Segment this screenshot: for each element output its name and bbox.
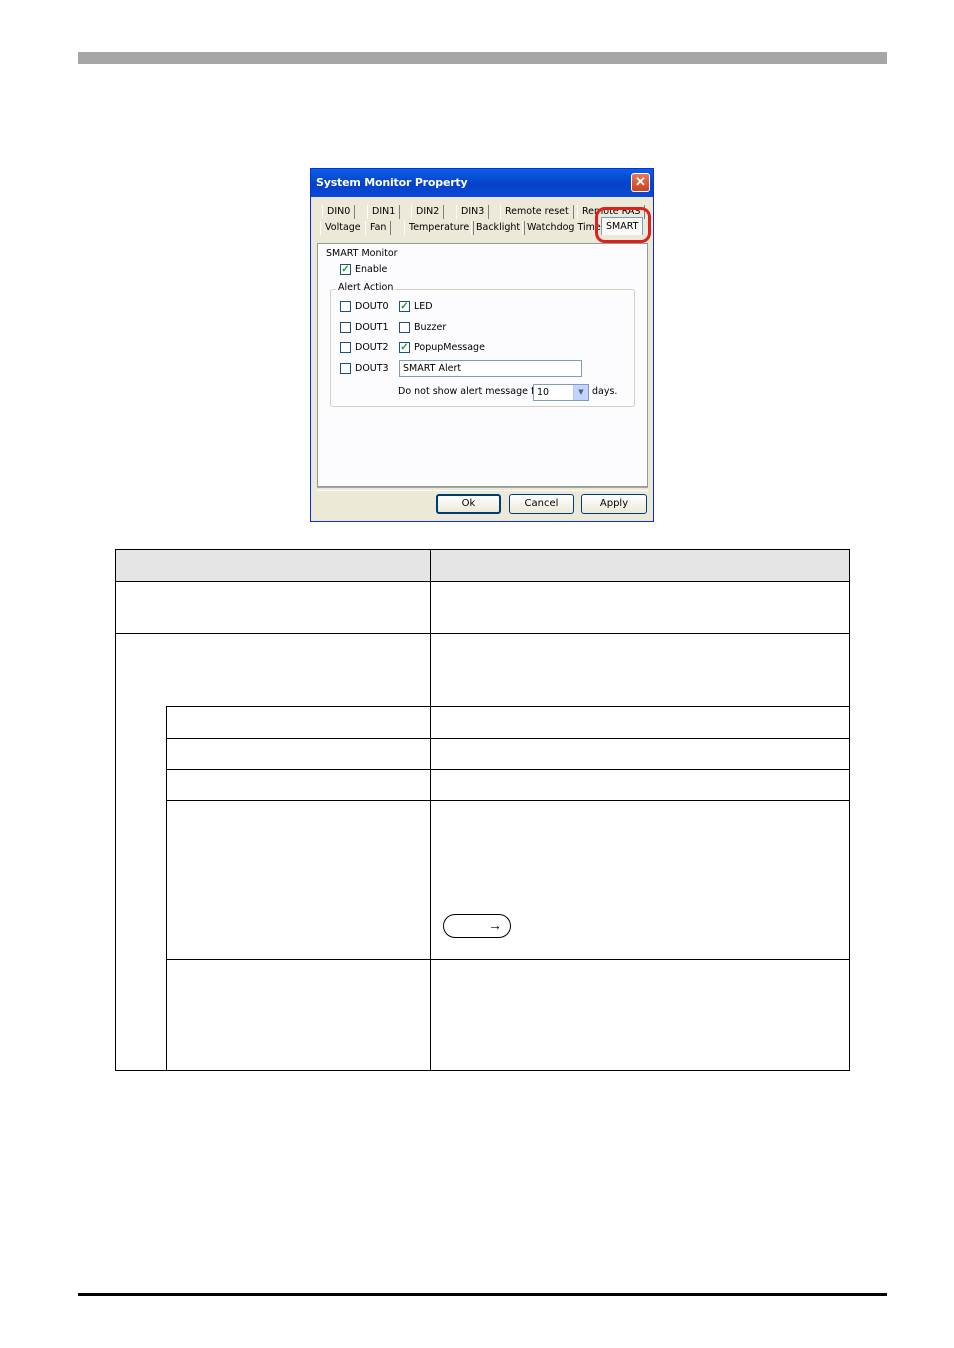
button-separator	[317, 487, 648, 491]
tab-fan[interactable]: Fan	[365, 221, 392, 235]
table-header-setting	[115, 549, 431, 582]
close-button[interactable]: ✕	[631, 173, 650, 192]
tab-label: DIN2	[416, 206, 440, 217]
dout2-label: DOUT2	[355, 342, 389, 353]
system-monitor-dialog: System Monitor Property ✕ DIN0 DIN1 DIN2…	[310, 168, 654, 522]
table-cell-description: →	[430, 800, 850, 960]
popup-label: PopupMessage	[414, 342, 485, 353]
table-cell-description	[430, 706, 850, 739]
table-row-smart-monitor	[115, 581, 431, 634]
table-subrow-dout	[166, 706, 431, 739]
tab-label: DIN0	[327, 206, 351, 217]
table-cell-description	[430, 959, 850, 1071]
tab-din0[interactable]: DIN0	[322, 205, 356, 219]
buzzer-checkbox[interactable]	[399, 322, 410, 333]
enable-checkbox[interactable]: ✓	[340, 264, 351, 275]
reference-arrow-button[interactable]: →	[443, 914, 511, 938]
table-cell-description	[430, 633, 850, 707]
tab-temperature[interactable]: Temperature	[404, 221, 475, 235]
tab-label: DIN1	[372, 206, 396, 217]
title-bar[interactable]: System Monitor Property ✕	[311, 169, 653, 197]
table-subrow-days	[166, 959, 431, 1071]
check-icon: ✓	[400, 301, 409, 312]
check-icon: ✓	[400, 342, 409, 353]
days-prefix-label: Do not show alert message for	[398, 386, 545, 397]
description-table: →	[115, 549, 850, 1071]
tab-label: Remote reset	[505, 206, 569, 217]
tab-label: DIN3	[461, 206, 485, 217]
smart-monitor-label: SMART Monitor	[326, 248, 398, 259]
table-cell-description	[430, 581, 850, 634]
apply-button[interactable]: Apply	[581, 494, 647, 514]
dout0-label: DOUT0	[355, 301, 389, 312]
close-icon: ✕	[635, 174, 646, 189]
popup-checkbox[interactable]: ✓	[399, 342, 410, 353]
tab-din1[interactable]: DIN1	[367, 205, 401, 219]
table-header-description	[430, 549, 850, 582]
dout1-label: DOUT1	[355, 322, 389, 333]
table-subrow-buzzer	[166, 769, 431, 801]
dout3-label: DOUT3	[355, 363, 389, 374]
tab-label: Backlight	[476, 222, 521, 233]
cancel-button[interactable]: Cancel	[509, 494, 574, 514]
led-label: LED	[414, 301, 433, 312]
footer-rule	[78, 1293, 887, 1296]
enable-label: Enable	[355, 264, 388, 275]
buzzer-label: Buzzer	[414, 322, 447, 333]
table-subrow-popup	[166, 800, 431, 960]
tab-din3[interactable]: DIN3	[456, 205, 490, 219]
dout0-checkbox[interactable]	[340, 301, 351, 312]
table-subrow-led	[166, 738, 431, 770]
days-value: 10	[537, 387, 550, 398]
popup-message-input[interactable]: SMART Alert	[399, 360, 582, 377]
tab-backlight[interactable]: Backlight	[471, 221, 526, 235]
table-cell-description	[430, 738, 850, 770]
check-icon: ✓	[341, 264, 350, 275]
dialog-title: System Monitor Property	[316, 176, 468, 189]
tab-highlight-annotation	[595, 207, 651, 243]
dout2-checkbox[interactable]	[340, 342, 351, 353]
right-arrow-icon: →	[488, 917, 502, 933]
header-rule	[78, 52, 887, 64]
alert-action-label: Alert Action	[336, 282, 396, 293]
days-combo[interactable]: 10 ▼	[533, 384, 589, 401]
ok-button[interactable]: Ok	[436, 494, 501, 514]
alert-action-group: Alert Action DOUT0 DOUT1 DOUT2 DOUT3 ✓ L…	[330, 282, 635, 407]
table-cell-description	[430, 769, 850, 801]
dout1-checkbox[interactable]	[340, 322, 351, 333]
dout3-checkbox[interactable]	[340, 363, 351, 374]
tab-label: Voltage	[325, 222, 361, 233]
tab-remote-reset[interactable]: Remote reset	[500, 205, 574, 219]
tab-label: Temperature	[409, 222, 470, 233]
tab-label: Watchdog Timer	[527, 222, 605, 233]
led-checkbox[interactable]: ✓	[399, 301, 410, 312]
tab-voltage[interactable]: Voltage	[320, 221, 366, 235]
chevron-down-icon[interactable]: ▼	[573, 385, 588, 400]
smart-panel: SMART Monitor ✓ Enable Alert Action DOUT…	[317, 243, 648, 487]
days-suffix-label: days.	[592, 386, 618, 397]
tab-label: Fan	[370, 222, 387, 233]
tab-din2[interactable]: DIN2	[411, 205, 445, 219]
